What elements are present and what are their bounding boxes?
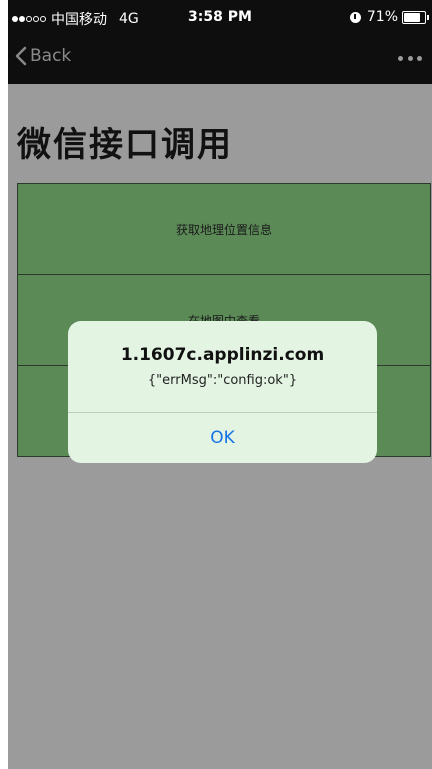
page-title: 微信接口调用 [17,125,233,165]
more-dot-icon [398,55,403,61]
alert-message: {"errMsg":"config:ok"} [147,373,298,388]
nav-bar: Back [8,36,432,84]
more-dot-icon [417,55,422,61]
back-button[interactable]: Back [14,46,71,66]
battery-icon [402,10,429,24]
get-location-button[interactable]: 获取地理位置信息 [17,183,431,275]
alarm-icon [349,11,361,23]
status-right: 71% [349,9,429,25]
more-dot-icon [407,55,413,61]
chevron-left-icon [15,46,27,66]
more-options-button[interactable] [398,50,422,66]
alert-dialog: 1.1607c.applinzi.com {"errMsg":"config:o… [68,321,377,463]
alert-title: 1.1607c.applinzi.com [120,345,325,365]
back-label: Back [30,46,72,66]
phone-screen: 中国移动 4G 3:58 PM 71% Back 微信接口调用 获取地理位置信息… [8,0,432,769]
battery-percent: 71% [366,9,398,25]
status-bar: 中国移动 4G 3:58 PM 71% [8,0,432,36]
ok-button[interactable]: OK [68,413,377,463]
